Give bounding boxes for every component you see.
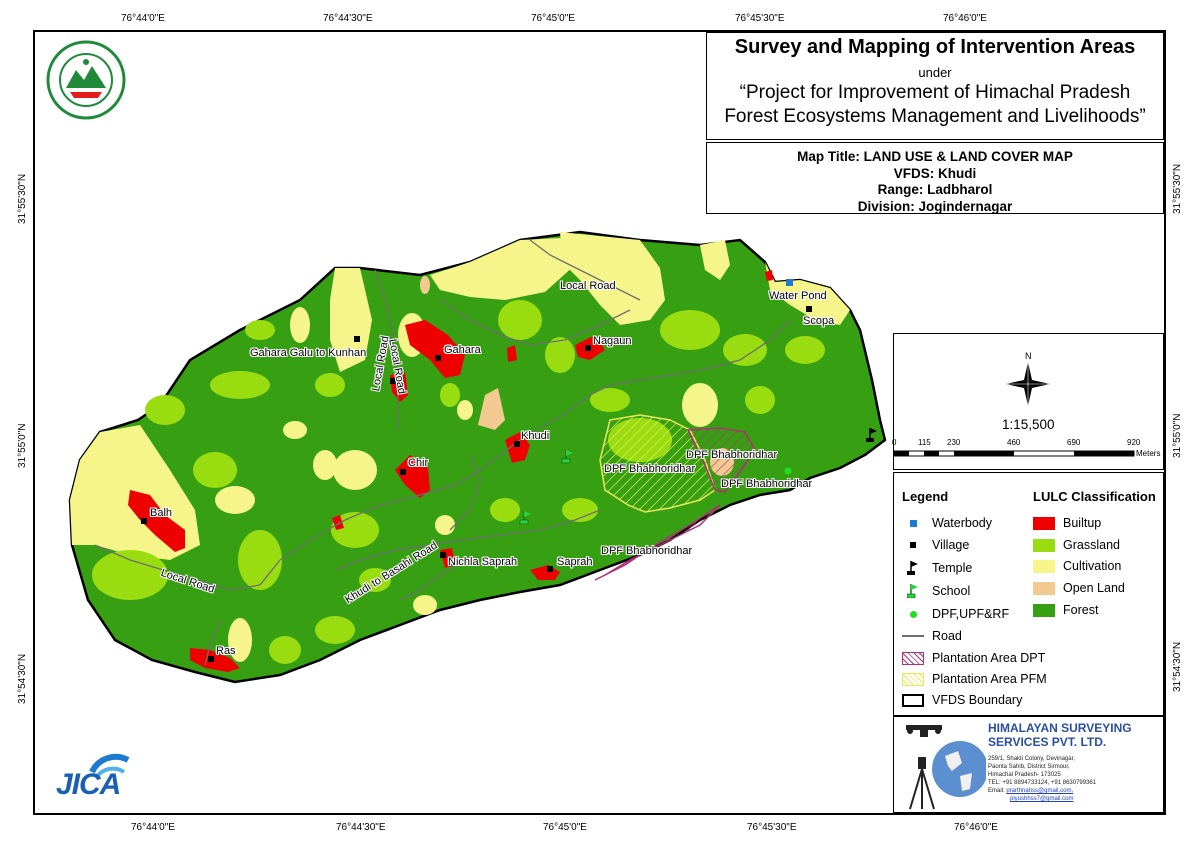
label-dpf-4: DPF Bhabhoridhar [601,545,693,557]
label-gahara: Gahara [444,344,481,356]
open-land-swatch [1033,581,1055,595]
north-scale-block: N 1:15,500 0 115 230 460 690 920 Meters [892,333,1164,470]
label-gahara-galu: Gahara Galu to Kunhan [250,347,367,359]
map-info-block: Map Title: LAND USE & LAND COVER MAP VFD… [706,142,1164,214]
scale-tick-0: 0 [892,438,897,447]
dpf-dot-icon [902,608,924,621]
vfds-name: VFDS: Khudi [893,165,977,181]
village-balh [141,518,147,524]
jica-wordmark: JICA [56,768,121,801]
village-gahara-galu [354,336,360,342]
legend-school: School [902,584,970,598]
scale-unit: Meters [1136,449,1161,458]
map-title: Map Title: LAND USE & LAND COVER MAP [797,149,1073,164]
label-dpf-1: DPF Bhabhoridhar [686,449,778,461]
title-block: Survey and Mapping of Intervention Areas… [706,32,1164,140]
company-name: HIMALAYAN SURVEYING SERVICES PVT. LTD. [988,721,1132,749]
road-line-icon [902,630,924,643]
plantation-dpt-swatch [902,651,924,665]
plantation-pfm-swatch [902,672,924,686]
lulc-cultivation: Cultivation [1033,559,1121,573]
village-gahara [435,355,441,361]
company-block: HIMALAYAN SURVEYING SERVICES PVT. LTD. 2… [893,716,1164,813]
grassland-swatch [1033,538,1055,552]
label-ras: Ras [216,645,236,657]
scale-tick-920: 920 [1127,438,1141,447]
legend-plantation-dpt: Plantation Area DPT [902,651,1045,665]
lulc-grassland: Grassland [1033,538,1120,552]
label-chir: Chir [408,457,429,469]
label-saprah: Saprah [557,556,593,568]
north-letter: N [1025,351,1032,361]
label-khudi: Khudi [521,430,550,442]
village-icon [902,539,924,552]
scale-ratio: 1:15,500 [1002,417,1055,432]
scale-bar [894,450,1135,457]
lulc-heading: LULC Classification [1033,489,1156,504]
legend-village: Village [902,538,969,552]
scale-tick-690: 690 [1067,438,1081,447]
forest-swatch [1033,603,1055,617]
scale-tick-230: 230 [947,438,961,447]
cultivation-swatch [1033,559,1055,573]
label-local-road-top: Local Road [560,280,616,292]
title-project-line-2: Forest Ecosystems Management and Livelih… [724,106,1146,127]
label-dpf-3: DPF Bhabhoridhar [721,478,813,490]
label-balh: Balh [150,507,173,519]
jica-logo: JICA [52,740,132,810]
label-nagaun: Nagaun [593,335,632,347]
label-scopa: Scopa [803,315,835,327]
village-khudi [514,441,520,447]
lulc-forest: Forest [1033,603,1098,617]
surveying-logo-icon [906,725,986,810]
email-link-1[interactable]: prarthnahss@gmail.com, [1006,788,1073,794]
vfds-boundary-swatch [902,693,924,707]
school-icon [902,584,924,598]
legend-heading: Legend [902,489,949,504]
builtup-swatch [1033,516,1055,530]
village-nagaun [585,345,591,351]
label-water-pond: Water Pond [769,290,827,302]
lulc-open-land: Open Land [1033,581,1125,595]
email-link-2[interactable]: piyushhss7@gmail.com [1010,796,1073,802]
forest-department-logo [46,40,126,120]
scale-tick-115: 115 [918,438,931,447]
division-name: Division: Jogindernagar [857,198,1013,214]
company-address: 259/1, Shakti Colony, Devinagar, Paonta … [988,756,1097,802]
temple-icon [902,561,924,575]
label-dpf-2: DPF Bhabhoridhar [604,463,696,475]
waterbody-icon [902,517,924,530]
dpf-point [784,467,792,475]
legend-road: Road [902,629,962,643]
title-under: under [918,65,952,80]
village-chir [400,469,406,475]
title-project-line-1: “Project for Improvement of Himachal Pra… [739,82,1131,103]
label-nichla-saprah: Nichla Saprah [448,556,518,568]
title-main: Survey and Mapping of Intervention Areas [734,36,1136,58]
village-saprah [547,566,553,572]
legend-dpf: DPF,UPF&RF [902,607,1009,621]
legend-plantation-pfm: Plantation Area PFM [902,672,1047,686]
village-scopa [806,306,812,312]
legend-block: Legend LULC Classification Waterbody Vil… [893,472,1164,716]
legend-temple: Temple [902,561,972,575]
legend-vfds-boundary: VFDS Boundary [902,693,1022,707]
water-pond-point [786,279,793,286]
lulc-builtup: Builtup [1033,516,1101,530]
legend-waterbody: Waterbody [902,516,992,530]
north-arrow-icon [1006,362,1050,406]
village-ras [208,656,214,662]
range-name: Range: Ladbharol [877,182,993,197]
village-nichla-saprah [440,552,446,558]
scale-tick-460: 460 [1007,438,1021,447]
